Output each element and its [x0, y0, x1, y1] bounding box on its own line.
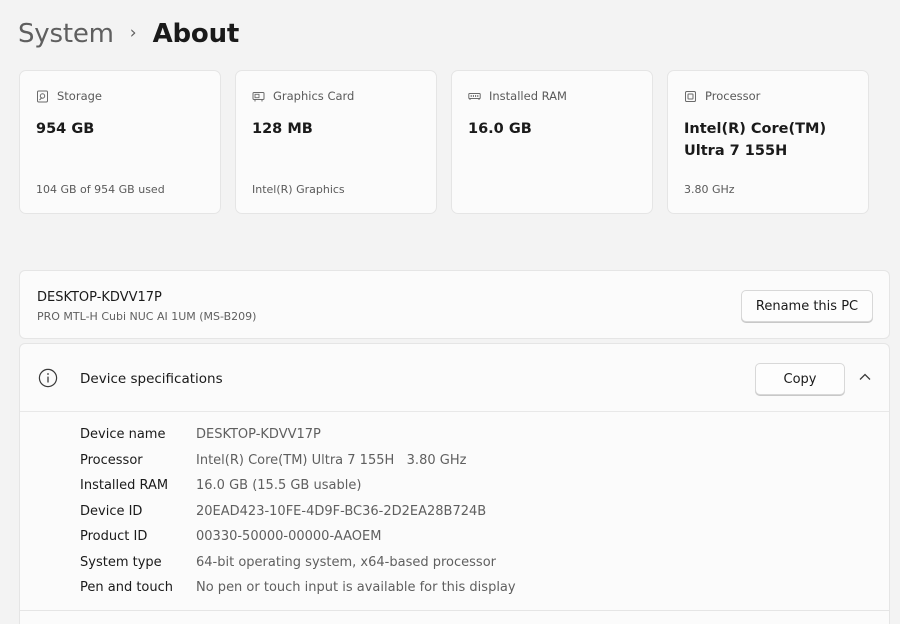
- spec-value: 00330-50000-00000-AAOEM: [196, 529, 382, 545]
- copy-button[interactable]: Copy: [755, 363, 845, 395]
- ram-card[interactable]: Installed RAM 16.0 GB: [451, 70, 653, 214]
- spec-row-device-name: Device name DESKTOP-KDVV17P: [80, 422, 516, 448]
- pc-name-panel: DESKTOP-KDVV17P PRO MTL-H Cubi NUC AI 1U…: [19, 270, 890, 339]
- spec-label: System type: [80, 554, 162, 570]
- graphics-card-icon: [252, 91, 265, 101]
- processor-card[interactable]: Processor Intel(R) Core(TM) Ultra 7 155H…: [667, 70, 869, 214]
- storage-icon: [37, 90, 48, 102]
- spec-value: 64-bit operating system, x64-based proce…: [196, 554, 496, 570]
- spec-value: No pen or touch input is available for t…: [196, 580, 516, 596]
- ram-card-value: 16.0 GB: [468, 121, 532, 137]
- processor-card-sub: 3.80 GHz: [684, 183, 735, 196]
- graphics-card-sub: Intel(R) Graphics: [252, 183, 345, 196]
- divider: [20, 610, 889, 611]
- storage-card[interactable]: Storage 954 GB 104 GB of 954 GB used: [19, 70, 221, 214]
- spec-row-installed-ram: Installed RAM 16.0 GB (15.5 GB usable): [80, 473, 516, 499]
- spec-row-device-id: Device ID 20EAD423-10FE-4D9F-BC36-2D2EA2…: [80, 499, 516, 525]
- spec-list: Device name DESKTOP-KDVV17P Processor In…: [80, 422, 516, 601]
- spec-label: Pen and touch: [80, 580, 174, 596]
- ram-icon: [468, 92, 481, 100]
- spec-row-system-type: System type 64-bit operating system, x64…: [80, 550, 516, 576]
- breadcrumb: System › About: [18, 16, 239, 52]
- device-specifications-panel: Device specifications Copy Device name D…: [19, 343, 890, 624]
- spec-value: 16.0 GB (15.5 GB usable): [196, 478, 362, 494]
- spec-value: 20EAD423-10FE-4D9F-BC36-2D2EA28B724B: [196, 503, 487, 519]
- storage-card-title: Storage: [57, 89, 102, 103]
- spec-label: Device name: [80, 427, 166, 443]
- storage-card-value: 954 GB: [36, 121, 95, 137]
- spec-row-processor: Processor Intel(R) Core(TM) Ultra 7 155H…: [80, 448, 516, 474]
- chevron-up-icon[interactable]: [858, 372, 872, 382]
- device-specifications-header[interactable]: Device specifications Copy: [20, 344, 889, 412]
- storage-card-sub: 104 GB of 954 GB used: [36, 183, 165, 196]
- spec-value: Intel(R) Core(TM) Ultra 7 155H 3.80 GHz: [196, 452, 467, 468]
- spec-label: Processor: [80, 452, 143, 468]
- spec-label: Device ID: [80, 503, 143, 519]
- spec-value: DESKTOP-KDVV17P: [196, 427, 321, 443]
- processor-card-value: Intel(R) Core(TM) Ultra 7 155H: [684, 121, 827, 159]
- spec-row-pen-and-touch: Pen and touch No pen or touch input is a…: [80, 575, 516, 601]
- spec-row-product-id: Product ID 00330-50000-00000-AAOEM: [80, 524, 516, 550]
- breadcrumb-chevron-icon: ›: [129, 23, 137, 43]
- pc-name: DESKTOP-KDVV17P: [37, 290, 162, 305]
- rename-this-pc-button[interactable]: Rename this PC: [741, 290, 873, 322]
- graphics-card-title: Graphics Card: [273, 89, 355, 103]
- page-title: About: [152, 19, 240, 49]
- processor-icon: [685, 90, 696, 102]
- device-specifications-title: Device specifications: [80, 371, 223, 387]
- info-icon: [38, 368, 58, 388]
- graphics-card-value: 128 MB: [252, 121, 313, 137]
- ram-card-title: Installed RAM: [489, 89, 567, 103]
- graphics-card-card[interactable]: Graphics Card 128 MB Intel(R) Graphics: [235, 70, 437, 214]
- breadcrumb-system-link[interactable]: System: [18, 19, 114, 49]
- spec-label: Installed RAM: [80, 478, 169, 494]
- spec-label: Product ID: [80, 529, 148, 545]
- pc-model: PRO MTL-H Cubi NUC AI 1UM (MS-B209): [37, 310, 257, 323]
- processor-card-title: Processor: [705, 89, 761, 103]
